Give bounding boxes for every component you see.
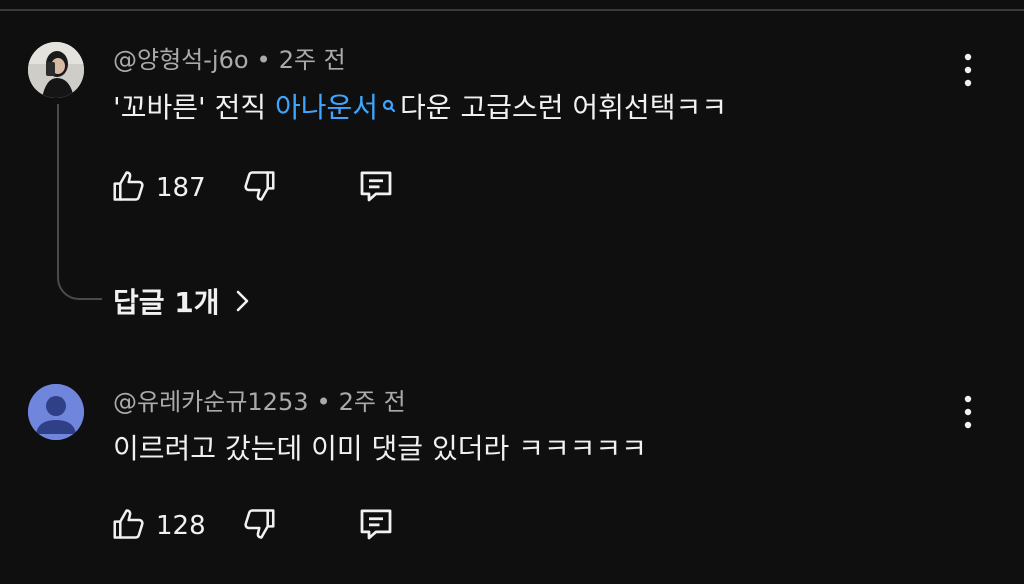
dislike-button[interactable]: [240, 166, 278, 210]
thread-connector: [57, 104, 102, 300]
more-icon: [964, 395, 972, 429]
avatar[interactable]: [28, 384, 84, 440]
author-name[interactable]: @양형석-j6o: [113, 46, 249, 74]
replies-label: 답글 1개: [113, 286, 220, 319]
chevron-right-icon: [236, 290, 248, 312]
like-button[interactable]: 128: [110, 504, 206, 548]
like-icon: [110, 505, 148, 547]
more-options-button[interactable]: [955, 50, 981, 90]
comment-text: 이르려고 갔는데 이미 댓글 있더라 ㅋㅋㅋㅋㅋ: [113, 432, 647, 465]
more-options-button[interactable]: [955, 392, 981, 432]
view-replies-button[interactable]: 답글 1개: [113, 280, 252, 322]
separator-dot: •: [316, 388, 331, 416]
default-avatar-icon: [28, 384, 84, 440]
comment-meta: @양형석-j6o • 2주 전: [113, 44, 346, 76]
timestamp[interactable]: 2주 전: [339, 388, 406, 416]
reply-button[interactable]: [355, 166, 397, 210]
like-count: 187: [156, 173, 206, 203]
author-name[interactable]: @유레카순규1253: [113, 388, 308, 416]
reply-icon: [355, 503, 397, 549]
reply-icon: [355, 165, 397, 211]
more-icon: [964, 53, 972, 87]
timestamp[interactable]: 2주 전: [279, 46, 346, 74]
search-link[interactable]: 아나운서: [275, 91, 378, 124]
dislike-button[interactable]: [240, 504, 278, 548]
search-icon[interactable]: [382, 88, 396, 128]
dislike-icon: [240, 167, 278, 209]
avatar[interactable]: [28, 42, 84, 98]
dislike-icon: [240, 505, 278, 547]
comment-text-after: 다운 고급스런 어휘선택ㅋㅋ: [400, 91, 727, 124]
like-count: 128: [156, 511, 206, 541]
separator-dot: •: [256, 46, 271, 74]
comment-text: '꼬바른' 전직 아나운서 다운 고급스런 어휘선택ㅋㅋ: [113, 88, 727, 128]
comment-text-before: '꼬바른' 전직: [113, 91, 275, 124]
reply-button[interactable]: [355, 504, 397, 548]
comment-1: @양형석-j6o • 2주 전 '꼬바른' 전직 아나운서 다운 고급스런 어휘선택ㅋ…: [0, 0, 1024, 340]
like-button[interactable]: 187: [110, 166, 206, 210]
comment-meta: @유레카순규1253 • 2주 전: [113, 386, 406, 418]
profile-photo: [28, 42, 84, 98]
like-icon: [110, 167, 148, 209]
comment-2: @유레카순규1253 • 2주 전 이르려고 갔는데 이미 댓글 있더라 ㅋㅋㅋㅋㅋ…: [0, 370, 1024, 584]
